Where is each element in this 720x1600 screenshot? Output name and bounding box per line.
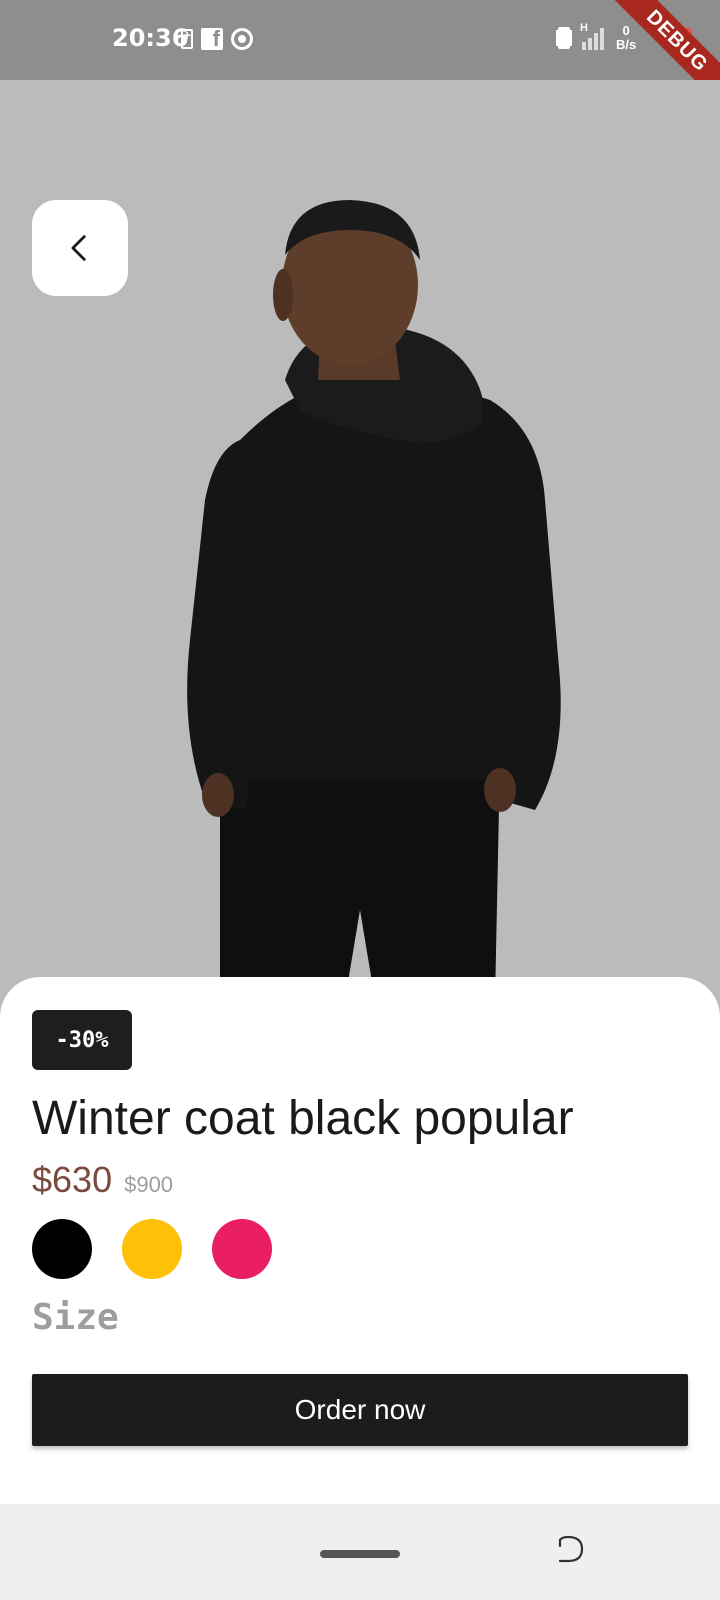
chrome-icon <box>231 28 253 50</box>
product-details-sheet: -30% Winter coat black popular $630 $900… <box>0 977 720 1504</box>
size-label: Size <box>32 1297 119 1338</box>
order-now-button[interactable]: Order now <box>32 1374 688 1446</box>
battery-saver-icon <box>181 27 193 49</box>
status-icons-right: H 0 B/s <box>558 22 636 52</box>
original-price: $900 <box>124 1172 174 1197</box>
status-bar: 20:36 H 0 B/s DEBUG <box>0 0 720 119</box>
net-speed-unit: B/s <box>616 37 637 52</box>
color-swatches <box>32 1219 272 1279</box>
net-speed: 0 B/s <box>616 24 636 52</box>
price-row: $630 $900 <box>32 1159 173 1201</box>
net-speed-value: 0 <box>622 23 630 38</box>
vibrate-icon <box>558 27 570 49</box>
status-icons-left <box>181 26 253 52</box>
navigation-bar <box>0 1504 720 1600</box>
current-price: $630 <box>32 1159 113 1200</box>
back-button[interactable] <box>32 200 128 296</box>
signal-icon: H <box>580 22 606 50</box>
facebook-icon <box>201 26 223 52</box>
discount-badge: -30% <box>32 1010 132 1070</box>
signal-label: H <box>580 22 588 34</box>
rotate-icon[interactable] <box>556 1534 586 1564</box>
color-swatch-yellow[interactable] <box>122 1219 182 1279</box>
product-title: Winter coat black popular <box>32 1092 574 1145</box>
home-handle[interactable] <box>320 1550 400 1558</box>
color-swatch-black[interactable] <box>32 1219 92 1279</box>
status-time: 20:36 <box>112 24 189 52</box>
color-swatch-pink[interactable] <box>212 1219 272 1279</box>
chevron-left-icon <box>71 235 86 261</box>
product-image <box>0 80 720 1000</box>
